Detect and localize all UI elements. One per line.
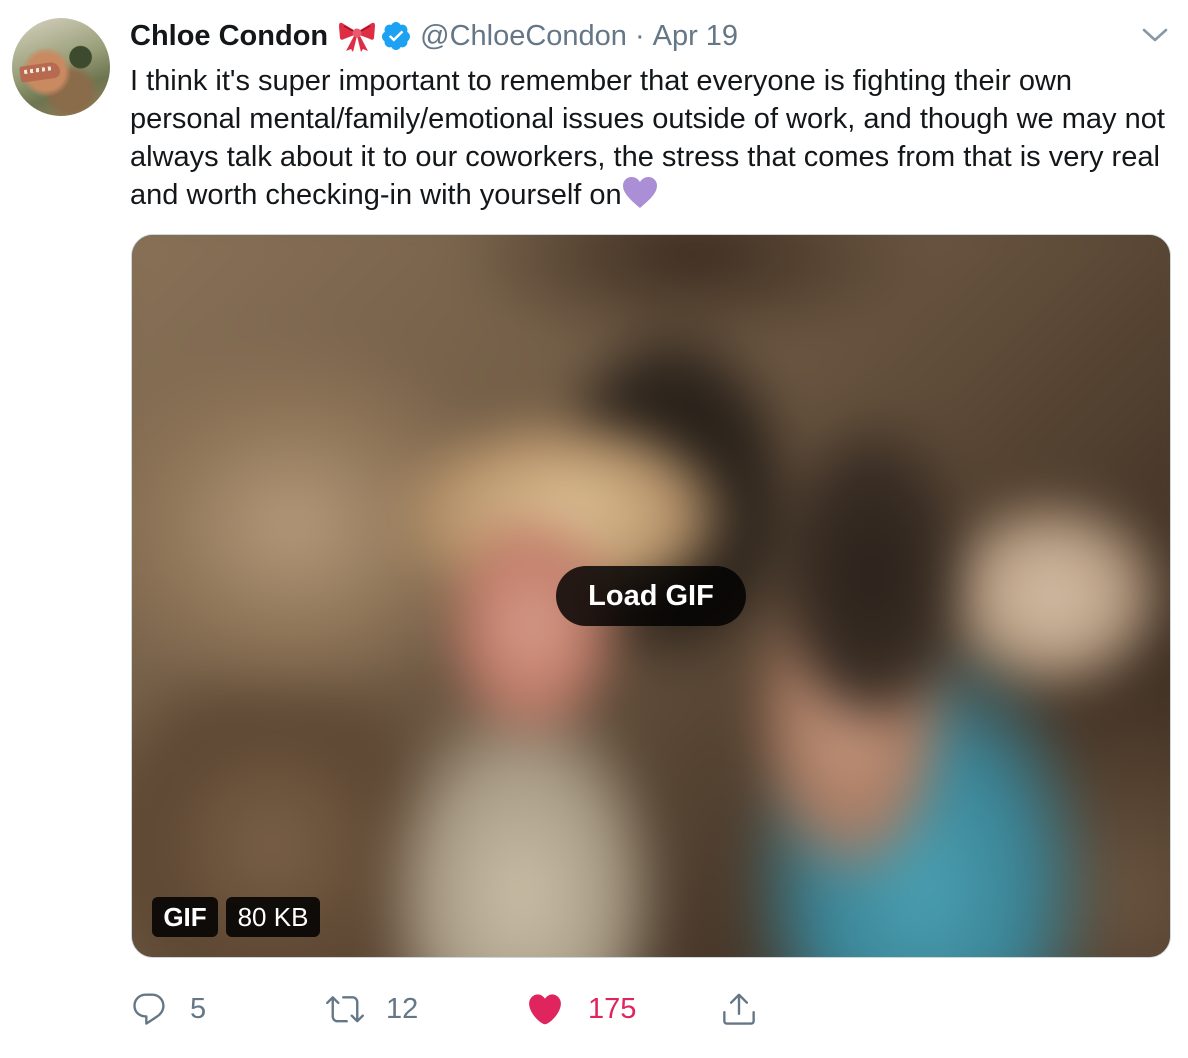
retweet-count: 12 — [386, 992, 419, 1025]
share-button[interactable] — [720, 984, 758, 1034]
tweet-body: I think it's super important to remember… — [130, 62, 1170, 214]
author-handle[interactable]: @ChloeCondon — [420, 20, 627, 53]
gif-media[interactable]: Load GIF GIF 80 KB — [131, 234, 1171, 958]
retweet-button[interactable]: 12 — [326, 984, 418, 1034]
retweet-icon — [326, 996, 364, 1023]
like-count: 175 — [588, 992, 637, 1025]
tweet-actions: 5 12 175 — [130, 984, 830, 1034]
chevron-down-icon[interactable] — [1142, 26, 1168, 46]
like-button[interactable]: 175 — [526, 984, 636, 1034]
ribbon-bow-icon — [339, 22, 376, 52]
load-gif-button[interactable]: Load GIF — [556, 566, 746, 626]
reply-icon — [133, 993, 165, 1025]
purple-heart-icon — [622, 177, 657, 208]
author-display-name[interactable]: Chloe Condon — [130, 20, 328, 53]
share-icon — [723, 993, 755, 1025]
verified-badge-icon — [382, 22, 411, 50]
tweet-date[interactable]: Apr 19 — [653, 20, 738, 53]
tweet-header: Chloe Condon @ChloeCondon · Apr 19 — [130, 16, 738, 56]
header-separator: · — [634, 19, 645, 52]
author-avatar[interactable] — [12, 18, 110, 116]
heart-filled-icon — [529, 994, 561, 1025]
gif-type-badge: GIF — [152, 897, 218, 937]
tweet-card[interactable]: Chloe Condon @ChloeCondon · Apr 19 I thi… — [0, 0, 1188, 1058]
gif-size-badge: 80 KB — [226, 897, 320, 937]
reply-button[interactable]: 5 — [130, 984, 206, 1034]
reply-count: 5 — [190, 992, 207, 1025]
